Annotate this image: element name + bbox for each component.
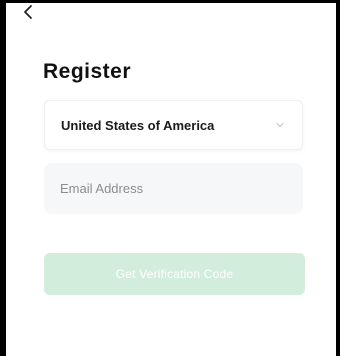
frame-right-edge	[336, 0, 340, 356]
back-button[interactable]	[18, 2, 38, 22]
page-title: Register	[43, 60, 132, 83]
get-verification-code-button[interactable]: Get Verification Code	[44, 253, 305, 295]
country-select-value: United States of America	[61, 117, 215, 133]
frame-top-edge	[0, 0, 340, 3]
chevron-down-icon	[276, 121, 284, 129]
chevron-left-icon	[24, 5, 32, 19]
email-field[interactable]	[44, 163, 303, 214]
register-screen: Register United States of America Get Ve…	[0, 0, 340, 356]
country-select[interactable]: United States of America	[44, 100, 303, 150]
frame-left-edge	[0, 0, 6, 356]
